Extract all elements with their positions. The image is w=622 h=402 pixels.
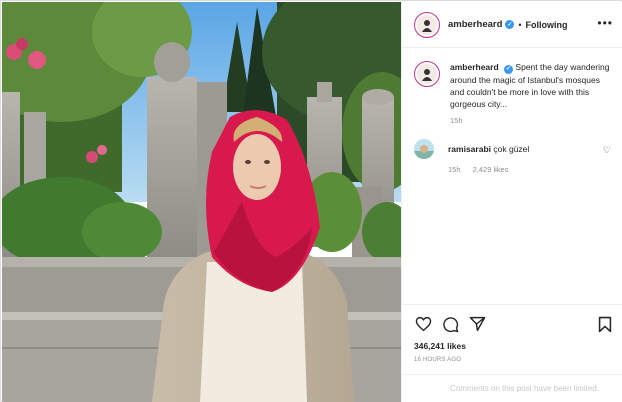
comment-meta: 15h 2,429 likes [448, 165, 611, 174]
commenter-photo-icon [414, 138, 434, 159]
post-side-panel: amberheard ✓ • Following ••• amberheard [401, 2, 622, 402]
comment-body: çok güzel [493, 143, 530, 154]
post-timestamp[interactable]: 16 HOURS AGO [414, 357, 611, 363]
avatar-silhouette-icon [422, 19, 432, 32]
share-icon[interactable] [468, 315, 486, 333]
post-header: amberheard ✓ • Following ••• [402, 2, 622, 48]
commenter-avatar[interactable] [414, 138, 434, 159]
comment-username[interactable]: ramisarabi [448, 144, 491, 154]
comments-section: amberheard ✓ Spent the day wandering aro… [402, 49, 622, 304]
heart-icon[interactable] [414, 315, 432, 333]
author-avatar[interactable] [414, 11, 440, 38]
bookmark-icon[interactable] [597, 315, 613, 333]
verified-badge-icon: ✓ [504, 64, 514, 74]
avatar-silhouette-icon [422, 69, 432, 81]
comments-limited-text: Comments on this post have been limited. [450, 384, 599, 393]
comment-text: ramisarabi çok güzel [448, 143, 529, 159]
comment-timestamp[interactable]: 15h [448, 165, 461, 174]
post-actions: 346,241 likes 16 HOURS AGO [402, 304, 622, 374]
comments-limited-notice: Comments on this post have been limited. [402, 374, 622, 402]
caption-avatar[interactable] [414, 61, 440, 87]
more-options-icon[interactable]: ••• [597, 17, 613, 29]
verified-badge-icon: ✓ [505, 20, 515, 29]
separator: • [518, 19, 522, 30]
photo-illustration [2, 2, 401, 402]
caption-timestamp[interactable]: 15h [450, 116, 611, 125]
caption-username[interactable]: amberheard [450, 62, 499, 72]
following-button[interactable]: Following [526, 20, 568, 30]
comment-likes[interactable]: 2,429 likes [473, 165, 509, 174]
caption-text: amberheard ✓ Spent the day wandering aro… [450, 61, 611, 110]
comment-item: ramisarabi çok güzel ♡ [414, 138, 611, 159]
post-modal: amberheard ✓ • Following ••• amberheard [0, 0, 622, 402]
like-comment-heart-icon[interactable]: ♡ [603, 145, 611, 156]
author-username[interactable]: amberheard [448, 19, 502, 30]
likes-count[interactable]: 346,241 likes [414, 341, 611, 351]
post-photo[interactable] [2, 2, 401, 402]
comment-icon[interactable] [441, 315, 459, 333]
caption: amberheard ✓ Spent the day wandering aro… [414, 61, 611, 110]
